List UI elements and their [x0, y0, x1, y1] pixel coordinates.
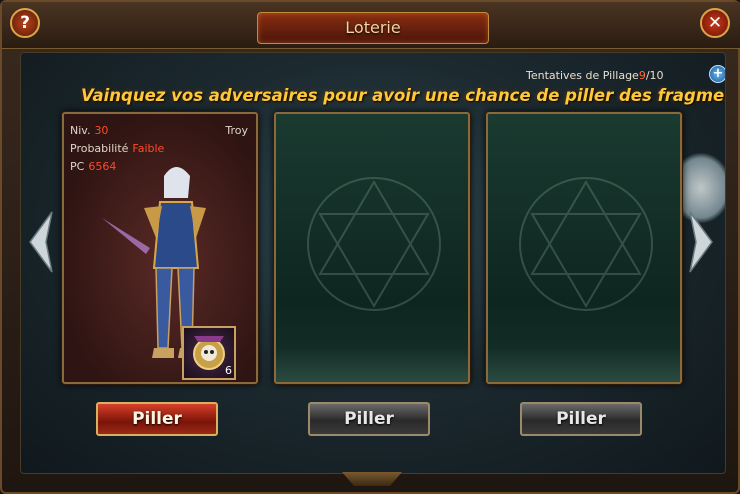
hexagram-icon [307, 177, 441, 311]
attempts-total: /10 [645, 69, 664, 82]
opponent-server: Troy [225, 124, 248, 137]
next-arrow-icon[interactable] [688, 210, 714, 274]
opponent-card-1[interactable]: Niv. 30 Troy Probabilité Faible PC 6564 6 [62, 112, 258, 384]
add-attempts-button[interactable]: + [709, 65, 725, 83]
plus-icon: + [712, 66, 724, 81]
card-floor [276, 348, 468, 382]
hexagram-icon [519, 177, 653, 311]
item-count: 6 [225, 364, 232, 377]
bottom-ornament [342, 472, 402, 486]
help-button[interactable]: ? [10, 8, 40, 38]
attempts-label: Tentatives de Pillage [526, 69, 639, 82]
pillage-button-3[interactable]: Piller [520, 402, 642, 436]
opponent-level: Niv. 30 [70, 124, 109, 137]
lottery-window: ? Loterie ✕ Tentatives de Pillage9/10 + … [0, 0, 740, 494]
close-button[interactable]: ✕ [700, 8, 730, 38]
opponent-probability: Probabilité Faible [70, 142, 165, 155]
help-icon: ? [20, 13, 30, 33]
opponent-card-2[interactable] [274, 112, 470, 384]
instruction-banner: Vainquez vos adversaires pour avoir une … [81, 86, 726, 105]
pillage-button-1[interactable]: Piller [96, 402, 218, 436]
title-plate: Loterie [257, 12, 489, 44]
fragment-item-slot[interactable]: 6 [182, 326, 236, 380]
opponent-card-3[interactable] [486, 112, 682, 384]
previous-arrow-icon[interactable] [28, 210, 54, 274]
close-icon: ✕ [707, 13, 723, 33]
window-title: Loterie [345, 18, 401, 37]
title-bar: ? Loterie ✕ [2, 2, 740, 49]
card-floor [488, 348, 680, 382]
pillage-attempts: Tentatives de Pillage9/10 [526, 69, 664, 82]
attempts-used: 9 [638, 69, 646, 82]
pillage-button-2[interactable]: Piller [308, 402, 430, 436]
